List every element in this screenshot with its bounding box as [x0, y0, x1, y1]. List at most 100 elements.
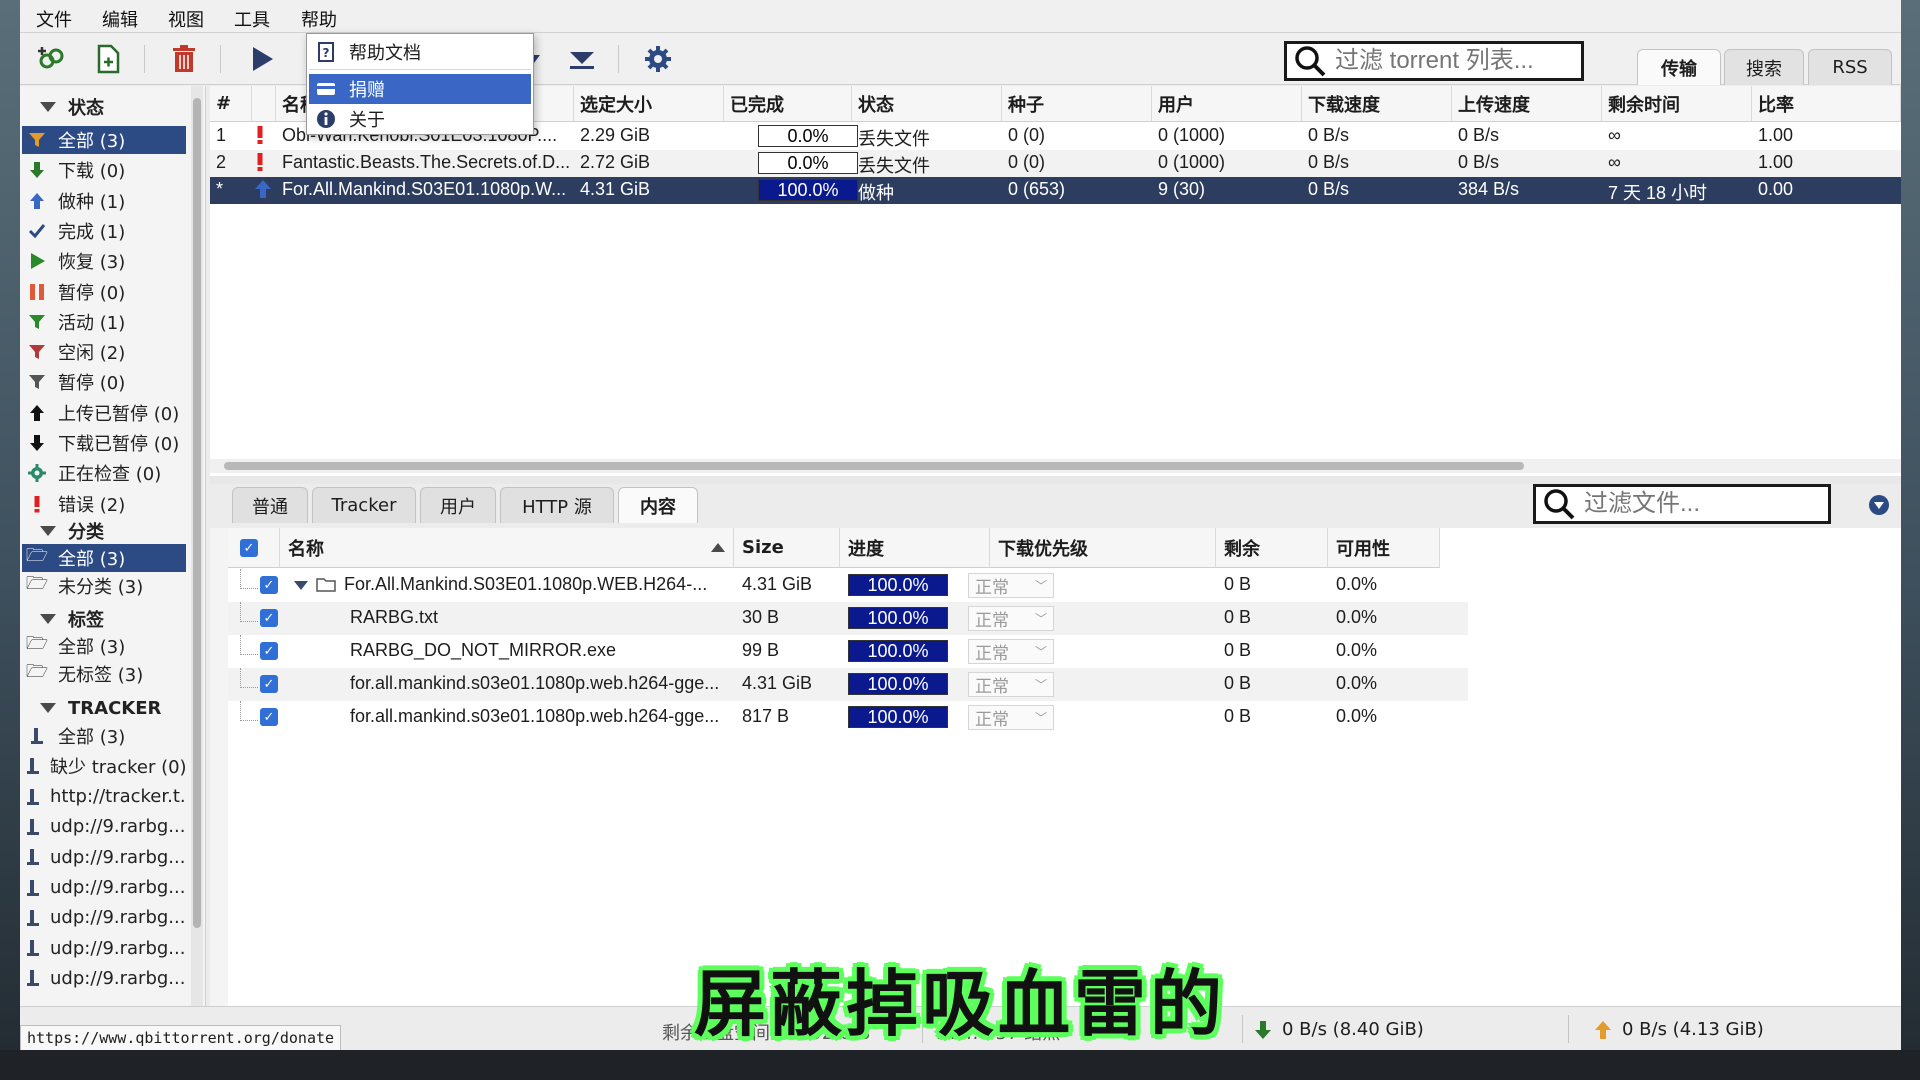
col-header-seeds[interactable]: 种子	[1002, 86, 1152, 122]
download-paused-icon	[26, 434, 48, 452]
sidebar-scrollbar[interactable]	[191, 86, 203, 1006]
col-header-availability[interactable]: 可用性	[1328, 528, 1440, 568]
status-filter-item[interactable]: 空闲 (2)	[22, 338, 186, 366]
pane-splitter[interactable]	[210, 476, 1901, 484]
menu-view[interactable]: 视图	[168, 6, 204, 32]
chevron-down-icon[interactable]	[1868, 494, 1890, 516]
file-checkbox[interactable]: ✓	[260, 675, 278, 693]
file-checkbox[interactable]: ✓	[260, 642, 278, 660]
tab-http-sources[interactable]: HTTP 源	[500, 487, 614, 523]
col-header-remaining[interactable]: 剩余	[1216, 528, 1328, 568]
tracker-filter-item[interactable]: udp://9.rarbg....	[22, 904, 186, 932]
torrent-row[interactable]: * For.All.Mankind.S03E01.1080p.W... 4.31 G…	[210, 177, 1901, 204]
priority-select[interactable]: 正常 ﹀	[968, 606, 1054, 631]
file-filter-input[interactable]	[1584, 490, 1824, 518]
menu-item-help-docs[interactable]: ? 帮助文档	[309, 37, 531, 67]
tracker-filter-item[interactable]: udp://9.rarbg....	[22, 843, 186, 871]
scrollbar-thumb[interactable]	[193, 98, 201, 928]
add-torrent-file-button[interactable]	[90, 41, 126, 77]
file-row[interactable]: ✓ For.All.Mankind.S03E01.1080p.WEB.H264-.…	[228, 569, 1468, 602]
tab-tracker[interactable]: Tracker	[312, 487, 416, 523]
col-header-size[interactable]: 选定大小	[574, 86, 724, 122]
resume-button[interactable]	[244, 41, 280, 77]
category-item-uncategorized[interactable]: 🗁 未分类 (3)	[22, 572, 186, 600]
tab-search[interactable]: 搜索	[1724, 49, 1804, 85]
menu-edit[interactable]: 编辑	[102, 6, 138, 32]
file-row[interactable]: ✓ for.all.mankind.s03e01.1080p.web.h264-g…	[228, 668, 1468, 701]
file-checkbox[interactable]: ✓	[260, 609, 278, 627]
category-item-all[interactable]: 🗁 全部 (3)	[22, 544, 186, 572]
col-header-file-name[interactable]: 名称	[280, 528, 734, 568]
file-checkbox[interactable]: ✓	[260, 708, 278, 726]
scrollbar-thumb[interactable]	[224, 462, 1524, 470]
priority-select[interactable]: 正常 ﹀	[968, 672, 1054, 697]
menu-separator	[309, 69, 531, 70]
file-checkbox[interactable]: ✓	[260, 576, 278, 594]
menu-item-donate[interactable]: 捐赠	[309, 74, 531, 104]
info-icon	[315, 109, 337, 129]
tracker-section-header[interactable]: TRACKER	[40, 695, 161, 721]
category-section-header[interactable]: 分类	[40, 518, 104, 544]
col-header-peers[interactable]: 用户	[1152, 86, 1302, 122]
torrent-list-hscrollbar[interactable]	[210, 459, 1901, 473]
menu-tools[interactable]: 工具	[234, 6, 270, 32]
tracker-filter-item[interactable]: udp://9.rarbg....	[22, 813, 186, 841]
file-row[interactable]: ✓ RARBG.txt 30 B 100.0% 正常 ﹀ 0 B 0.0%	[228, 602, 1468, 635]
col-header-status-icon[interactable]	[252, 86, 276, 122]
tab-peers[interactable]: 用户	[420, 487, 496, 523]
status-filter-item[interactable]: 错误 (2)	[22, 490, 186, 518]
chevron-down-icon[interactable]	[294, 581, 308, 590]
status-filter-item[interactable]: 上传已暂停 (0)	[22, 399, 186, 427]
add-torrent-link-button[interactable]	[34, 41, 70, 77]
tab-transfers[interactable]: 传输	[1637, 49, 1721, 85]
col-header-down-speed[interactable]: 下载速度	[1302, 86, 1452, 122]
select-all-checkbox[interactable]: ✓	[240, 539, 258, 557]
col-header-priority[interactable]: 下载优先级	[990, 528, 1216, 568]
tracker-filter-item[interactable]: 全部 (3)	[22, 722, 186, 750]
tags-section-header[interactable]: 标签	[40, 606, 104, 632]
status-filter-item[interactable]: 完成 (1)	[22, 217, 186, 245]
status-filter-item[interactable]: 下载已暂停 (0)	[22, 429, 186, 457]
options-button[interactable]	[640, 41, 676, 77]
tag-item-all[interactable]: 🗁 全部 (3)	[22, 632, 186, 660]
col-header-state[interactable]: 状态	[852, 86, 1002, 122]
col-header-progress[interactable]: 已完成	[724, 86, 852, 122]
col-header-file-size[interactable]: Size	[734, 528, 840, 568]
tracker-filter-item[interactable]: udp://9.rarbg....	[22, 874, 186, 902]
priority-select[interactable]: 正常 ﹀	[968, 639, 1054, 664]
status-filter-item[interactable]: 正在检查 (0)	[22, 459, 186, 487]
col-header-select-all[interactable]: ✓	[228, 528, 280, 568]
menu-file[interactable]: 文件	[36, 6, 72, 32]
status-filter-item[interactable]: 恢复 (3)	[22, 247, 186, 275]
move-bottom-button[interactable]	[564, 41, 600, 77]
col-header-file-progress[interactable]: 进度	[840, 528, 990, 568]
file-row[interactable]: ✓ for.all.mankind.s03e01.1080p.web.h264-g…	[228, 701, 1468, 734]
status-filter-item[interactable]: 做种 (1)	[22, 187, 186, 215]
torrent-filter-input[interactable]	[1335, 47, 1575, 75]
priority-select[interactable]: 正常 ﹀	[968, 705, 1054, 730]
tracker-filter-item[interactable]: 缺少 tracker (0)	[22, 752, 186, 780]
tab-general[interactable]: 普通	[232, 487, 308, 523]
tracker-filter-item[interactable]: http://tracker.t...	[22, 783, 186, 811]
menu-item-about[interactable]: 关于	[309, 104, 531, 134]
status-filter-item[interactable]: 活动 (1)	[22, 308, 186, 336]
delete-torrent-button[interactable]	[166, 41, 202, 77]
torrent-filter-search[interactable]	[1284, 41, 1584, 81]
file-row[interactable]: ✓ RARBG_DO_NOT_MIRROR.exe 99 B 100.0% 正常 ﹀ 0 B…	[228, 635, 1468, 668]
priority-select[interactable]: 正常 ﹀	[968, 573, 1054, 598]
status-filter-item[interactable]: 暂停 (0)	[22, 278, 186, 306]
status-filter-item[interactable]: 下载 (0)	[22, 156, 186, 184]
tag-item-untagged[interactable]: 🗁 无标签 (3)	[22, 660, 186, 688]
col-header-up-speed[interactable]: 上传速度	[1452, 86, 1602, 122]
tab-rss[interactable]: RSS	[1808, 49, 1892, 85]
status-section-header[interactable]: 状态	[40, 94, 104, 120]
col-header-eta[interactable]: 剩余时间	[1602, 86, 1752, 122]
col-header-num[interactable]: #	[210, 86, 252, 122]
torrent-row[interactable]: 2 Fantastic.Beasts.The.Secrets.of.D... 2.7…	[210, 150, 1901, 177]
menu-help[interactable]: 帮助	[301, 6, 337, 32]
file-filter-search[interactable]	[1533, 484, 1831, 524]
status-filter-item[interactable]: 暂停 (0)	[22, 368, 186, 396]
status-filter-item[interactable]: 全部 (3)	[22, 126, 186, 154]
tab-content[interactable]: 内容	[618, 487, 698, 523]
col-header-ratio[interactable]: 比率	[1752, 86, 1901, 122]
